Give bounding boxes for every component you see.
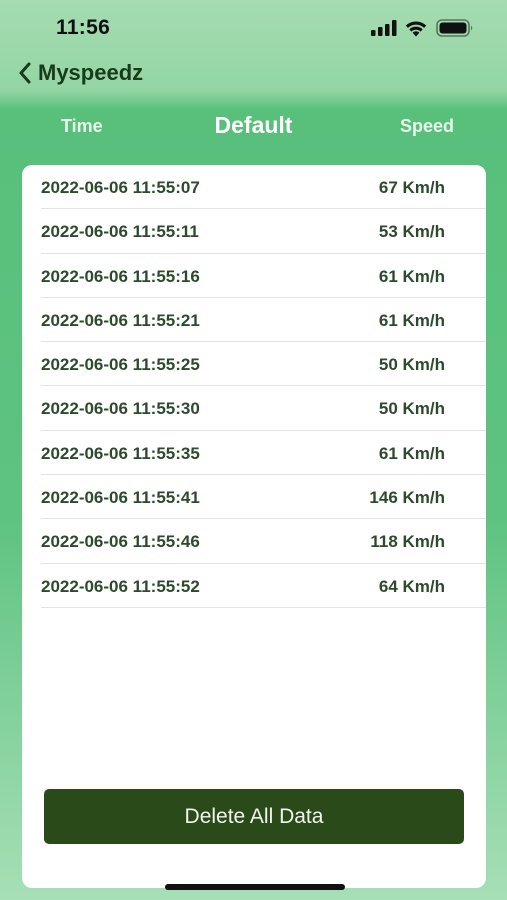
record-speed: 61 Km/h (378, 266, 445, 286)
record-speed: 118 Km/h (370, 532, 445, 552)
record-speed: 50 Km/h (378, 399, 445, 419)
record-speed: 64 Km/h (378, 576, 445, 596)
record-time: 2022-06-06 11:55:52 (41, 576, 200, 596)
back-button-label: Myspeedz (38, 60, 144, 85)
record-row[interactable]: 2022-06-06 11:55:30 50 Km/h (41, 386, 486, 431)
navigation-bar: Myspeedz (0, 52, 507, 96)
list-header: Time Default Speed (0, 104, 507, 148)
home-indicator (165, 884, 345, 890)
records-list[interactable]: 2022-06-06 11:55:07 67 Km/h 2022-06-06 11:… (22, 165, 486, 608)
record-row[interactable]: 2022-06-06 11:55:16 61 Km/h (41, 254, 486, 298)
record-row[interactable]: 2022-06-06 11:55:52 64 Km/h (41, 564, 486, 608)
record-row[interactable]: 2022-06-06 11:55:35 61 Km/h (41, 431, 486, 476)
record-row[interactable]: 2022-06-06 11:55:21 61 Km/h (41, 298, 486, 343)
wifi-icon (405, 21, 427, 37)
battery-icon (436, 19, 473, 37)
chevron-left-icon (19, 62, 31, 84)
record-row[interactable]: 2022-06-06 11:55:46 118 Km/h (41, 519, 486, 564)
records-card: 2022-06-06 11:55:07 67 Km/h 2022-06-06 11:… (22, 165, 486, 888)
record-time: 2022-06-06 11:55:41 (41, 488, 200, 508)
record-speed: 53 Km/h (378, 222, 445, 242)
record-speed: 50 Km/h (378, 355, 445, 375)
record-row[interactable]: 2022-06-06 11:55:25 50 Km/h (41, 342, 486, 387)
record-time: 2022-06-06 11:55:25 (41, 355, 200, 375)
cellular-signal-icon (371, 20, 397, 36)
record-speed: 67 Km/h (378, 178, 445, 197)
record-row[interactable]: 2022-06-06 11:55:11 53 Km/h (41, 209, 486, 254)
status-bar: 11:56 (0, 0, 507, 52)
record-speed: 61 Km/h (378, 310, 445, 330)
record-time: 2022-06-06 11:55:46 (41, 532, 200, 552)
record-time: 2022-06-06 11:55:07 (41, 178, 200, 197)
record-row[interactable]: 2022-06-06 11:55:07 67 Km/h (41, 165, 486, 210)
status-time: 11:56 (56, 16, 111, 39)
record-time: 2022-06-06 11:55:16 (41, 266, 200, 286)
delete-all-data-button[interactable]: Delete All Data (44, 789, 464, 844)
back-button[interactable]: Myspeedz (18, 58, 143, 88)
record-time: 2022-06-06 11:55:11 (41, 222, 199, 242)
record-speed: 146 Km/h (369, 488, 445, 508)
record-speed: 61 Km/h (378, 443, 445, 463)
record-row[interactable]: 2022-06-06 11:55:41 146 Km/h (41, 475, 486, 520)
record-time: 2022-06-06 11:55:30 (41, 399, 200, 419)
record-time: 2022-06-06 11:55:35 (41, 443, 200, 463)
record-time: 2022-06-06 11:55:21 (41, 310, 200, 330)
speed-column-header: Speed (399, 116, 454, 136)
